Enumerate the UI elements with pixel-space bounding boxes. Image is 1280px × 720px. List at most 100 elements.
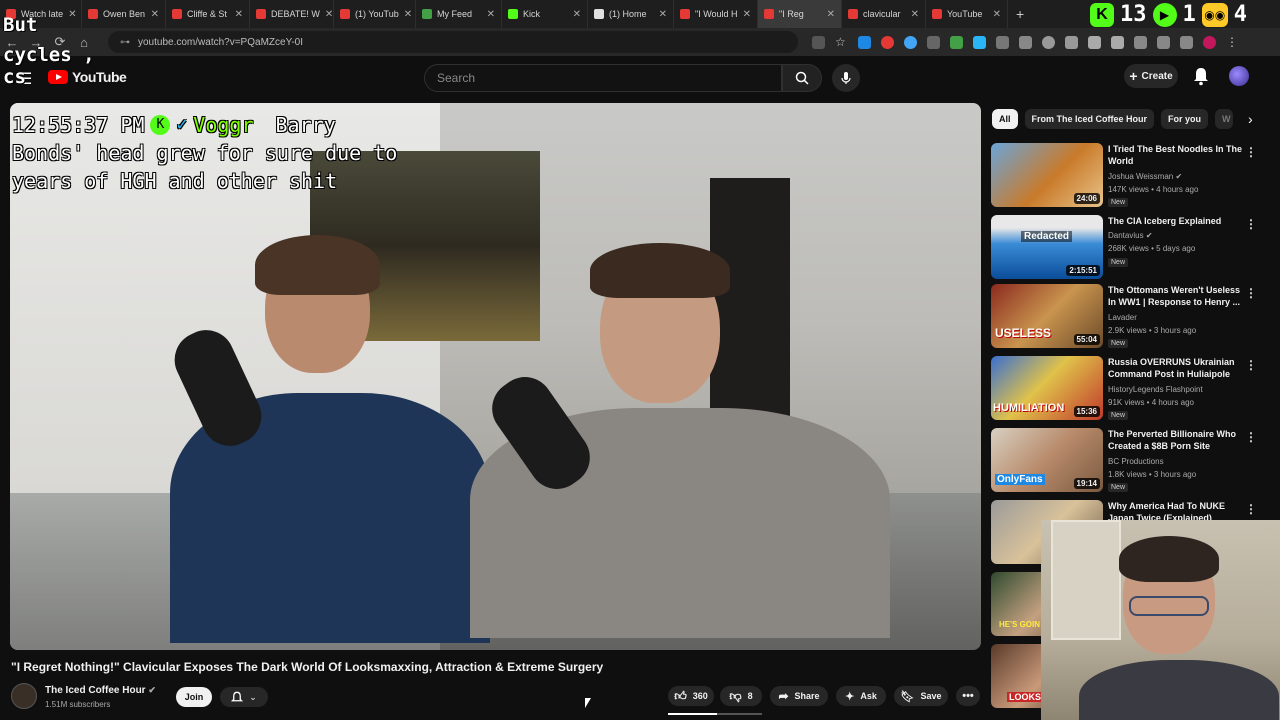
- extension-square-icon[interactable]: [973, 35, 986, 49]
- list-item[interactable]: OnlyFans 19:14 The Perverted Billionaire…: [991, 428, 1271, 494]
- chip-all[interactable]: All: [992, 109, 1018, 129]
- new-tab-icon[interactable]: +: [1016, 6, 1024, 22]
- extension-cast-icon[interactable]: [1134, 35, 1147, 49]
- chat-message-overlay: 12:55:37 PM K ✓ Voggr Barry Bonds' head …: [12, 111, 397, 195]
- browser-tab[interactable]: Cliffe & St ✕: [166, 0, 250, 28]
- more-vert-icon[interactable]: ⋮: [1245, 358, 1257, 372]
- browser-tab[interactable]: DEBATE! W ✕: [250, 0, 334, 28]
- subscriber-count: 1.51M subscribers: [45, 700, 111, 709]
- channel-name[interactable]: The Iced Coffee Hour ✔: [45, 685, 156, 696]
- notifications-bell-icon[interactable]: [1192, 66, 1210, 86]
- video-player[interactable]: 12:55:37 PM K ✓ Voggr Barry Bonds' head …: [10, 103, 981, 650]
- extension-circle-icon[interactable]: [904, 35, 917, 49]
- dislike-button[interactable]: 👎︎ 8: [720, 686, 762, 706]
- tab-label: (1) Home: [609, 9, 647, 19]
- browser-address-bar: ← → ⟳ ⌂ ⊶ youtube.com/watch?v=PQaMZceY-0…: [0, 28, 1280, 56]
- like-bar: [668, 713, 762, 715]
- video-thumbnail[interactable]: Redacted 2:15:51: [991, 215, 1103, 279]
- search-button[interactable]: [782, 64, 822, 92]
- video-thumbnail[interactable]: OnlyFans 19:14: [991, 428, 1103, 492]
- more-vert-icon[interactable]: ⋮: [1245, 217, 1257, 231]
- more-vert-icon[interactable]: ⋮: [1245, 502, 1257, 516]
- share-button[interactable]: ➦ Share: [770, 686, 828, 706]
- tab-close-icon[interactable]: ✕: [404, 9, 412, 20]
- join-button[interactable]: Join: [176, 687, 212, 707]
- voice-search-button[interactable]: [832, 64, 860, 92]
- chip-for-you[interactable]: For you: [1161, 109, 1209, 129]
- extension-clock-icon[interactable]: [1065, 35, 1078, 49]
- ask-button[interactable]: ✦ Ask: [836, 686, 886, 706]
- tab-close-icon[interactable]: ✕: [151, 9, 159, 20]
- play-badge-icon: ▶: [1152, 2, 1177, 27]
- extension-glasses-icon[interactable]: [927, 35, 940, 49]
- more-vert-icon[interactable]: ⋮: [1245, 145, 1257, 159]
- chip-from-channel[interactable]: From The Iced Coffee Hour: [1024, 109, 1155, 129]
- star-icon[interactable]: ☆: [835, 35, 848, 49]
- thumbs-up-icon: 👍︎: [674, 688, 687, 703]
- extension-sidebar-icon[interactable]: [1180, 35, 1193, 49]
- extension-page-icon[interactable]: [1111, 35, 1124, 49]
- save-label: Save: [920, 691, 942, 701]
- browser-tab[interactable]: "I Reg ✕: [758, 0, 842, 28]
- browser-tab[interactable]: (1) YouTub ✕: [334, 0, 416, 28]
- site-info-icon[interactable]: ⊶: [120, 37, 130, 48]
- dislike-count: 8: [747, 691, 753, 701]
- browser-tab[interactable]: (1) Home ✕: [588, 0, 674, 28]
- extension-list-icon[interactable]: [1157, 35, 1170, 49]
- channel-avatar[interactable]: [11, 683, 37, 709]
- browser-tab[interactable]: clavicular ✕: [842, 0, 926, 28]
- tab-close-icon[interactable]: ✕: [325, 9, 333, 20]
- tab-close-icon[interactable]: ✕: [487, 9, 495, 20]
- more-vert-icon[interactable]: ⋮: [1245, 430, 1257, 444]
- create-button[interactable]: + Create: [1124, 64, 1178, 88]
- browser-tab[interactable]: My Feed ✕: [416, 0, 502, 28]
- extension-chrome-icon[interactable]: [881, 35, 894, 49]
- tab-close-icon[interactable]: ✕: [235, 9, 243, 20]
- browser-tab[interactable]: "I Would H ✕: [674, 0, 758, 28]
- extension-blue-icon[interactable]: [858, 35, 871, 49]
- more-vert-icon[interactable]: ⋮: [1245, 286, 1257, 300]
- kick-badge-icon: K: [1090, 2, 1114, 27]
- thumbnail-caption: USELESS: [995, 326, 1052, 340]
- recommendation-title: The CIA Iceberg Explained: [1108, 216, 1222, 226]
- tab-close-icon[interactable]: ✕: [573, 9, 581, 20]
- tab-label: Cliffe & St: [187, 9, 227, 19]
- extension-gray-icon[interactable]: [996, 35, 1009, 49]
- save-button[interactable]: 🔖︎ Save: [894, 686, 948, 706]
- video-thumbnail[interactable]: USELESS 55:04: [991, 284, 1103, 348]
- extension-history-icon[interactable]: [1042, 35, 1055, 49]
- more-actions-button[interactable]: •••: [956, 686, 980, 706]
- chevron-right-icon[interactable]: ›: [1248, 111, 1253, 127]
- list-item[interactable]: Redacted 2:15:51 The CIA Iceberg Explain…: [991, 215, 1271, 281]
- video-thumbnail[interactable]: HUMILIATION 15:36: [991, 356, 1103, 420]
- subscription-bell-button[interactable]: ⌄: [220, 687, 268, 707]
- tab-close-icon[interactable]: ✕: [827, 9, 835, 20]
- search-input[interactable]: Search: [424, 64, 782, 92]
- extensions: ☆ ⋮: [812, 35, 1239, 49]
- thumbnail-caption: Redacted: [1021, 231, 1073, 242]
- list-item[interactable]: USELESS 55:04 The Ottomans Weren't Usele…: [991, 284, 1271, 350]
- extension-puzzle-icon[interactable]: [1019, 35, 1032, 49]
- browser-menu-icon[interactable]: ⋮: [1226, 35, 1239, 49]
- browser-tab[interactable]: Owen Ben ✕: [82, 0, 166, 28]
- video-title: "I Regret Nothing!" Clavicular Exposes T…: [11, 660, 604, 674]
- extension-code-icon[interactable]: [1088, 35, 1101, 49]
- tab-close-icon[interactable]: ✕: [743, 9, 751, 20]
- install-icon[interactable]: [812, 35, 825, 49]
- like-button[interactable]: 👍︎ 360: [668, 686, 714, 706]
- browser-tab[interactable]: YouTube ✕: [926, 0, 1008, 28]
- tab-close-icon[interactable]: ✕: [911, 9, 919, 20]
- account-avatar[interactable]: [1229, 66, 1249, 86]
- browser-tab[interactable]: Kick ✕: [502, 0, 588, 28]
- profile-icon[interactable]: [1203, 35, 1216, 49]
- like-bar-fill: [668, 713, 717, 715]
- new-badge: New: [1108, 339, 1129, 348]
- chip-partial[interactable]: W: [1215, 109, 1234, 129]
- url-field[interactable]: ⊶ youtube.com/watch?v=PQaMZceY-0I: [108, 31, 798, 53]
- extension-green-icon[interactable]: [950, 35, 963, 49]
- tab-close-icon[interactable]: ✕: [993, 9, 1001, 20]
- list-item[interactable]: 24:06 I Tried The Best Noodles In The Wo…: [991, 143, 1271, 209]
- list-item[interactable]: HUMILIATION 15:36 Russia OVERRUNS Ukrain…: [991, 356, 1271, 422]
- tab-close-icon[interactable]: ✕: [659, 9, 667, 20]
- video-thumbnail[interactable]: 24:06: [991, 143, 1103, 207]
